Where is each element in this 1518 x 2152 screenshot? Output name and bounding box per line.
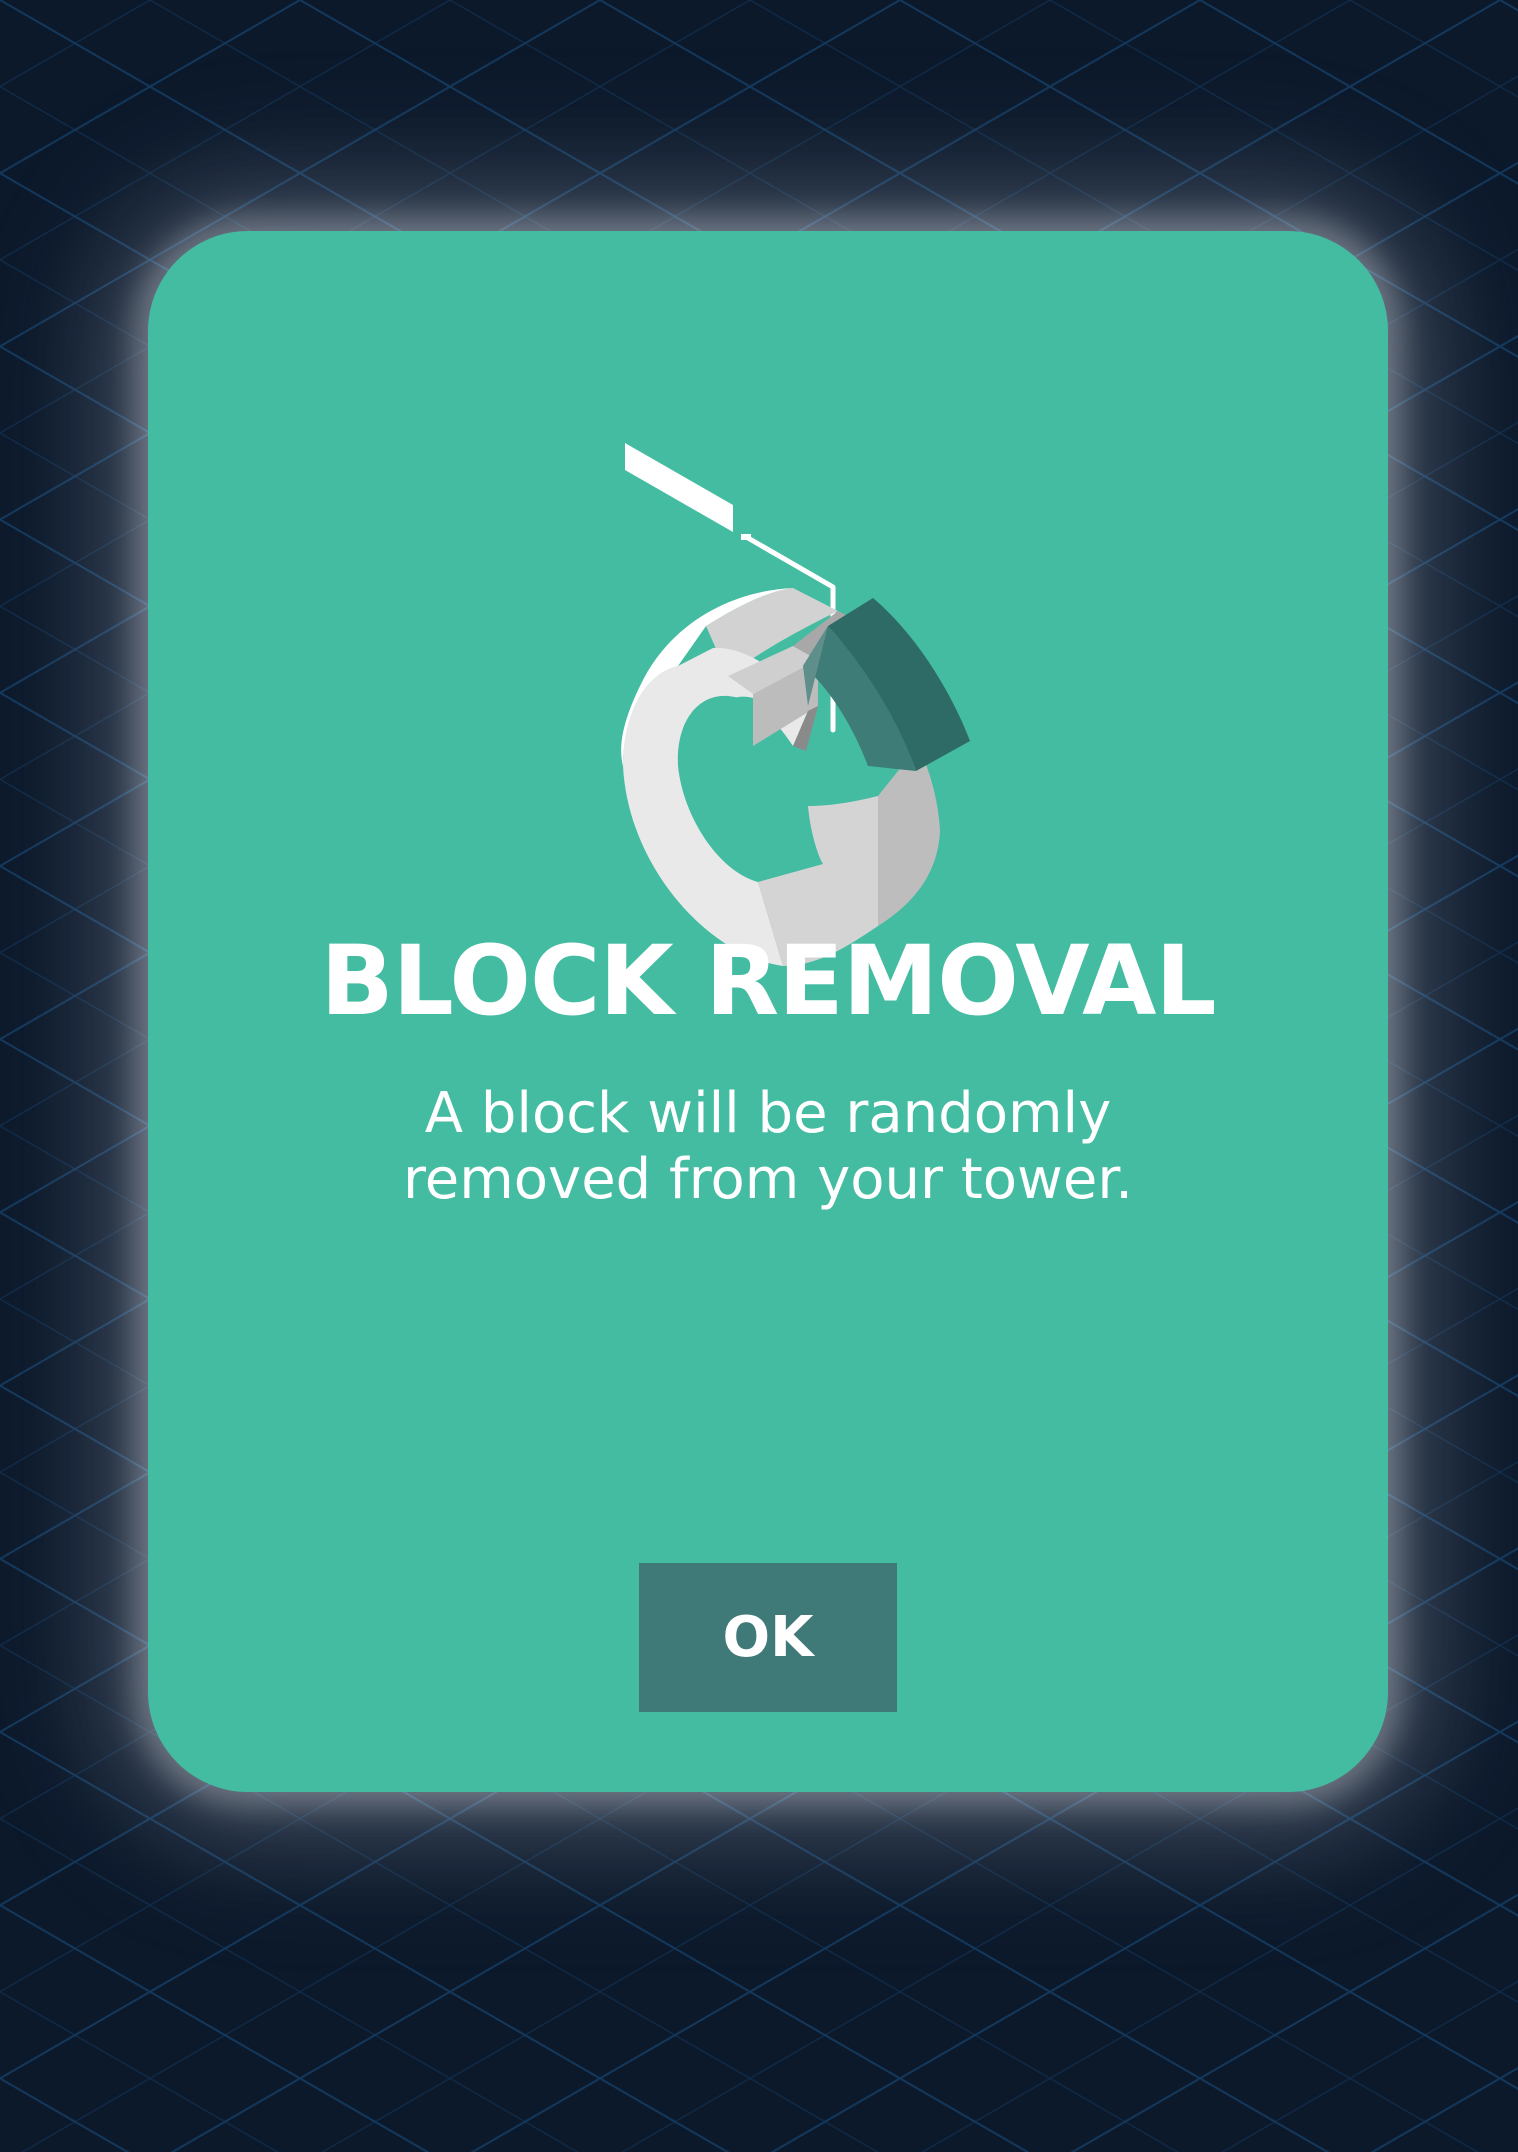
dialog-message: A block will be randomly removed from yo… (148, 1081, 1388, 1213)
dialog-title: BLOCK REMOVAL (320, 925, 1216, 1037)
ok-button[interactable]: OK (639, 1563, 897, 1712)
block-removal-dialog: BLOCK REMOVAL A block will be randomly r… (148, 231, 1388, 1792)
dialog-message-line-2: removed from your tower. (403, 1147, 1133, 1212)
dialog-message-line-1: A block will be randomly (424, 1081, 1112, 1146)
